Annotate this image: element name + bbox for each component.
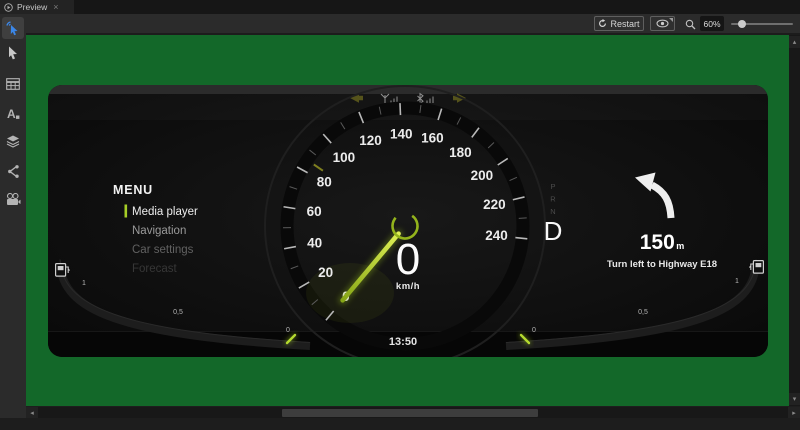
nav-distance-value: 150 [640, 231, 675, 254]
text-tool-button[interactable]: A [2, 102, 24, 124]
tab-bar: Preview × [0, 0, 800, 14]
svg-text:220: 220 [483, 197, 506, 212]
tool-palette: A [0, 14, 26, 418]
text-icon: A [6, 107, 20, 120]
horizontal-scrollbar[interactable]: ◂ ▸ [26, 407, 800, 418]
charge-scale-half: 0,5 [638, 309, 648, 316]
scroll-up-button[interactable]: ▴ [789, 36, 800, 48]
restart-button[interactable]: Restart [594, 16, 644, 31]
svg-text:140: 140 [390, 127, 413, 142]
nav-instruction: Turn left to Highway E18 [607, 259, 717, 270]
layers-icon [6, 135, 20, 148]
menu-selection-bar [125, 205, 128, 218]
interaction-cursor-icon [6, 21, 21, 36]
svg-text:80: 80 [317, 174, 332, 189]
gear-r: R [550, 195, 556, 204]
menu-item-media-player[interactable]: Media player [132, 206, 198, 218]
tab-label: Preview [17, 2, 47, 12]
fuel-scale-half: 0,5 [173, 309, 183, 316]
eye-icon [656, 19, 669, 28]
application-window: Preview × Restart 60% [0, 0, 800, 430]
gear-p: P [550, 182, 555, 191]
toolbar [26, 14, 800, 33]
svg-text:240: 240 [485, 228, 508, 243]
scroll-right-button[interactable]: ▸ [788, 407, 800, 418]
fuel-scale-empty: 0 [286, 327, 290, 334]
pointer-icon [7, 46, 19, 60]
connections-icon [7, 165, 20, 178]
svg-text:180: 180 [449, 145, 472, 160]
nav-distance-unit: m [676, 241, 684, 251]
charge-scale-full: 1 [735, 278, 739, 285]
fuel-scale-full: 1 [82, 280, 86, 287]
camera-tool-button[interactable] [2, 188, 24, 210]
scroll-down-button[interactable]: ▾ [789, 393, 800, 405]
speed-unit: km/h [396, 281, 420, 292]
zoom-level-value[interactable]: 60% [700, 16, 724, 31]
visibility-button[interactable] [650, 16, 675, 31]
layers-tool-button[interactable] [2, 130, 24, 152]
table-icon [6, 78, 20, 90]
zoom-slider-thumb[interactable] [738, 20, 746, 28]
menu-item-navigation[interactable]: Navigation [132, 225, 186, 237]
svg-text:20: 20 [318, 265, 333, 280]
table-tool-button[interactable] [2, 73, 24, 95]
interaction-tool-button[interactable] [2, 17, 24, 39]
gear-n: N [550, 207, 555, 216]
restart-label: Restart [610, 19, 639, 29]
tab-close-icon[interactable]: × [53, 3, 58, 11]
connections-tool-button[interactable] [2, 160, 24, 182]
tab-preview[interactable]: Preview × [0, 0, 74, 14]
restart-icon [598, 19, 607, 28]
svg-text:120: 120 [359, 133, 382, 148]
svg-text:160: 160 [421, 131, 444, 146]
svg-text:40: 40 [307, 236, 322, 251]
speed-value: 0 [396, 235, 420, 284]
svg-text:200: 200 [471, 168, 494, 183]
svg-text:60: 60 [307, 204, 322, 219]
clock: 13:50 [389, 336, 417, 348]
svg-text:100: 100 [333, 150, 356, 165]
svg-text:A: A [7, 107, 16, 120]
footer-strip [0, 418, 800, 430]
scroll-left-button[interactable]: ◂ [26, 407, 38, 418]
menu-item-car-settings[interactable]: Car settings [132, 244, 194, 256]
charge-scale-empty: 0 [532, 327, 536, 334]
gear-active: D [544, 216, 563, 246]
pointer-tool-button[interactable] [2, 42, 24, 64]
menu-item-forecast[interactable]: Forecast [132, 263, 178, 275]
menu-title: MENU [113, 183, 153, 197]
play-circle-icon [4, 3, 13, 12]
camera-icon [6, 193, 21, 206]
instrument-cluster: 0 20 40 60 80100120 140 160 180 200 220 240 0 km/h… [48, 85, 768, 357]
dropdown-corner-icon [669, 18, 673, 22]
vertical-scrollbar[interactable]: ▴ ▾ [789, 35, 800, 406]
horizontal-scroll-thumb[interactable] [282, 409, 538, 417]
